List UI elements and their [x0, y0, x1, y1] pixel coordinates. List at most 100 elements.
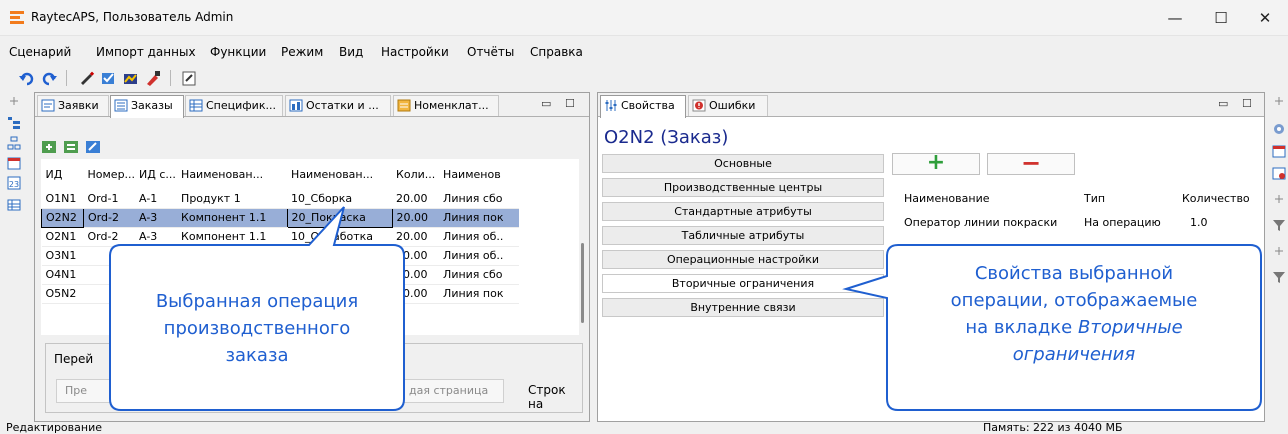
calendar-alert-icon[interactable] [1272, 166, 1286, 180]
copy-row-icon[interactable] [63, 139, 79, 155]
category-internal-links[interactable]: Внутренние связи [602, 298, 884, 317]
calendar-icon[interactable] [1272, 144, 1286, 158]
calendar-day-icon[interactable]: 23 [7, 176, 21, 190]
filter-icon[interactable] [1272, 270, 1286, 284]
document-edit-icon[interactable] [180, 70, 198, 86]
pin-icon[interactable] [1272, 244, 1286, 258]
settings-icon[interactable] [1272, 122, 1286, 136]
column-header[interactable]: Номер... [84, 159, 136, 189]
status-mode: Редактирование [6, 421, 102, 434]
orders-tabstrip: Заявки Заказы Специфик... Остатки и ... … [35, 93, 589, 118]
redo-icon[interactable] [40, 70, 58, 86]
edit-check-icon[interactable] [100, 70, 118, 86]
column-header[interactable]: Тип [1084, 192, 1105, 205]
category-standard-attributes[interactable]: Стандартные атрибуты [602, 202, 884, 221]
minimize-button[interactable]: — [1152, 4, 1198, 32]
tab-specifications[interactable]: Специфик... [185, 95, 283, 116]
table-cell: Продукт 1 [177, 189, 288, 209]
table-row[interactable]: O2N1 Ord-2 A-3 Компонент 1.1 10_Обработк… [41, 227, 520, 247]
add-row-icon[interactable] [41, 139, 57, 155]
menu-import[interactable]: Импорт данных [96, 45, 196, 59]
table-cell [287, 265, 393, 285]
remove-constraint-button[interactable]: − [987, 149, 1075, 177]
category-general[interactable]: Основные [602, 154, 884, 173]
tab-stock[interactable]: Остатки и ... [285, 95, 391, 116]
menu-mode[interactable]: Режим [281, 45, 323, 59]
column-header[interactable]: ИД с... [135, 159, 177, 189]
table-row[interactable]: O4N1 10.00 Линия сбо [41, 265, 520, 285]
callout-right-line: Свойства выбранной [974, 263, 1174, 284]
column-header[interactable]: ИД [42, 159, 84, 189]
table-cell: 20_Покраска [286, 207, 393, 228]
title-bar: RaytecAPS, Пользователь Admin — ☐ ✕ [0, 0, 1288, 36]
column-header[interactable]: Наименование [904, 192, 989, 205]
pin-icon[interactable] [7, 94, 21, 108]
column-header[interactable]: Наименов [439, 159, 519, 189]
prev-page-button[interactable]: Пре [56, 379, 120, 403]
panel-maximize-button[interactable]: ☐ [1242, 97, 1252, 110]
table-cell[interactable]: 1.0 [1190, 216, 1208, 229]
table-cell[interactable]: Оператор линии покраски [904, 216, 1057, 229]
tab-specifications-label: Специфик... [206, 99, 276, 112]
svg-text:23: 23 [9, 180, 19, 189]
menu-help[interactable]: Справка [530, 45, 583, 59]
category-table-attributes[interactable]: Табличные атрибуты [602, 226, 884, 245]
table-cell: Ord-1 [83, 189, 136, 209]
menu-reports[interactable]: Отчёты [467, 45, 514, 59]
main-toolbar [0, 66, 700, 90]
maximize-button[interactable]: ☐ [1198, 4, 1244, 32]
table-cell [83, 246, 136, 266]
tab-nomenclature[interactable]: Номенклат... [393, 95, 499, 116]
table-cell: O2N1 [41, 227, 84, 247]
close-button[interactable]: ✕ [1242, 4, 1288, 32]
pager-title: Перей [54, 352, 94, 366]
add-constraint-button[interactable]: + [892, 150, 980, 175]
table-cell [177, 265, 288, 285]
table-cell[interactable]: На операцию [1084, 216, 1161, 229]
menu-scenario[interactable]: Сценарий [9, 45, 71, 59]
app-window: RaytecAPS, Пользователь Admin — ☐ ✕ Сцен… [0, 0, 1288, 434]
category-operation-settings[interactable]: Операционные настройки [602, 250, 884, 269]
nomenclature-icon [397, 99, 411, 112]
table-icon[interactable] [7, 198, 21, 212]
chart-edit-icon[interactable] [122, 70, 140, 86]
filter-icon[interactable] [1272, 218, 1286, 232]
category-secondary-constraints[interactable]: Вторичные ограничения [602, 274, 884, 293]
table-cell [135, 265, 178, 285]
hierarchy-icon[interactable] [7, 136, 21, 150]
calendar-icon[interactable] [7, 156, 21, 170]
menu-settings[interactable]: Настройки [381, 45, 449, 59]
tab-properties[interactable]: Свойства [600, 95, 686, 118]
tab-orders[interactable]: Заказы [110, 95, 184, 118]
table-cell: Компонент 1.1 [177, 208, 288, 228]
undo-icon[interactable] [18, 70, 36, 86]
table-row[interactable]: O1N1 Ord-1 A-1 Продукт 1 10_Сборка 20.00… [41, 189, 520, 209]
pin-icon[interactable] [1272, 94, 1286, 108]
column-header[interactable]: Наименован... [177, 159, 287, 189]
menu-functions[interactable]: Функции [210, 45, 266, 59]
vertical-scrollbar[interactable] [581, 243, 584, 323]
callout-right-text: Свойства выбранной операции, отображаемы… [889, 260, 1259, 368]
category-work-centers[interactable]: Производственные центры [602, 178, 884, 197]
tab-stock-label: Остатки и ... [306, 99, 379, 112]
table-cell: Линия сбо [439, 265, 520, 285]
tab-requests[interactable]: Заявки [37, 95, 109, 116]
column-header[interactable]: Количество [1182, 192, 1250, 205]
tab-errors-label: Ошибки [709, 99, 756, 112]
last-page-button[interactable]: дая страница [396, 379, 504, 403]
table-cell [83, 265, 136, 285]
pin-icon[interactable] [1272, 192, 1286, 206]
panel-pin-button[interactable]: ▭ [1218, 97, 1228, 110]
column-header[interactable]: Коли... [392, 159, 439, 189]
table-row[interactable]: O3N1 а 60.00 Линия об.. [41, 246, 520, 266]
panel-maximize-button[interactable]: ☐ [565, 97, 575, 110]
panel-pin-button[interactable]: ▭ [541, 97, 551, 110]
menu-view[interactable]: Вид [339, 45, 363, 59]
column-header[interactable]: Наименован... [287, 159, 392, 189]
pencil-icon[interactable] [78, 70, 96, 86]
edit-row-icon[interactable] [85, 139, 101, 155]
marker-icon[interactable] [144, 70, 162, 86]
list-tree-icon[interactable] [7, 116, 21, 130]
tab-errors[interactable]: Ошибки [688, 95, 768, 116]
table-row-selected[interactable]: O2N2 Ord-2 A-3 Компонент 1.1 20_Покраска… [41, 207, 520, 228]
